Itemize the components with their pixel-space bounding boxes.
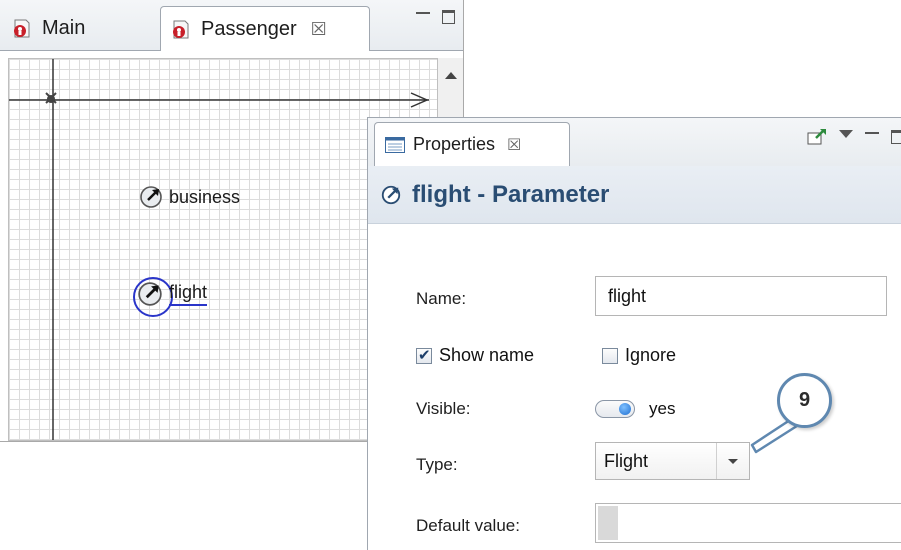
parameter-icon [381,185,401,204]
properties-icon [385,136,405,153]
tab-passenger[interactable]: Passenger ☒ [160,6,370,51]
parameter-business[interactable]: business [139,185,240,209]
name-label: Name: [416,289,467,308]
properties-tab-bar: Properties ☒ [368,118,901,167]
tab-passenger-label: Passenger [201,17,297,40]
properties-header: flight - Parameter [368,166,901,224]
properties-toolbar [807,128,901,146]
default-value-label: Default value: [416,516,520,535]
tab-main-label: Main [42,16,86,39]
editor-window-controls [416,10,455,24]
maximize-icon[interactable] [442,10,455,24]
ignore-label: Ignore [625,345,677,365]
visible-value: yes [649,399,676,418]
name-field[interactable]: flight [595,276,887,316]
parameter-label: flight [169,282,208,306]
close-icon[interactable]: ☒ [507,135,521,155]
maximize-icon[interactable] [891,130,901,144]
pin-icon[interactable] [807,128,827,146]
minimize-icon[interactable] [416,10,430,24]
minimize-icon[interactable] [865,130,879,144]
editor-tab-bar: Main Passenger ☒ [0,0,463,51]
checkbox-icon [602,347,618,364]
ignore-checkbox[interactable]: Ignore [602,345,676,366]
properties-panel: Properties ☒ flight - Parameter Name: fl… [367,117,901,550]
checkbox-checked-icon [416,346,432,364]
parameter-flight[interactable]: flight [137,281,208,307]
view-menu-icon[interactable] [839,130,853,138]
tab-properties-label: Properties [413,134,496,154]
tab-properties[interactable]: Properties ☒ [374,122,570,166]
callout-badge: 9 [777,373,832,428]
default-value-field[interactable] [595,503,901,543]
tab-main[interactable]: Main [6,6,156,50]
agent-icon [14,19,30,38]
show-name-label: Show name [439,345,535,365]
properties-title: flight - Parameter [412,180,610,208]
parameter-label: business [169,186,241,207]
show-name-checkbox[interactable]: Show name [416,345,534,366]
scroll-up-icon[interactable] [445,72,457,79]
type-dropdown[interactable]: Flight [595,442,750,480]
agent-icon [173,20,189,39]
type-label: Type: [416,455,458,474]
type-value: Flight [604,451,649,471]
visible-toggle[interactable]: yes [595,399,675,419]
visible-label: Visible: [416,399,471,418]
parameter-icon [140,186,162,208]
toggle-icon [595,400,635,418]
parameter-icon [138,282,162,306]
chevron-down-icon[interactable] [716,443,749,479]
close-icon[interactable]: ☒ [311,19,327,40]
